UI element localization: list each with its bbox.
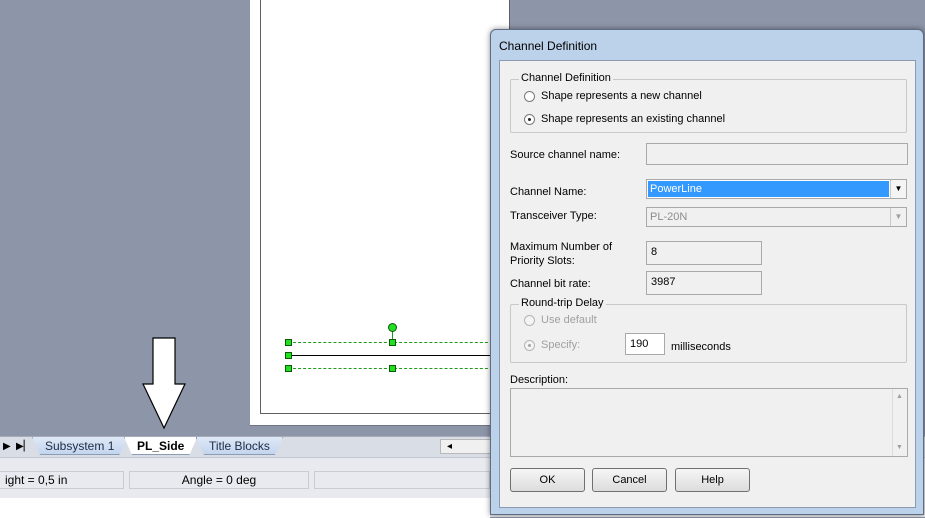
transceiver-type-combobox[interactable]: PL-20N ▼ — [646, 207, 907, 227]
radio-button[interactable] — [524, 90, 535, 102]
round-trip-specify-field[interactable]: 190 — [625, 333, 665, 355]
radio-existing-channel[interactable]: Shape represents an existing channel — [524, 113, 725, 125]
description-label: Description: — [510, 374, 569, 386]
radio-use-default[interactable]: Use default — [524, 314, 597, 326]
radio-button[interactable] — [524, 339, 535, 351]
round-trip-delay-group: Round-trip Delay Use default Specify: 19… — [510, 297, 907, 363]
radio-button[interactable] — [524, 113, 535, 125]
round-trip-delay-legend: Round-trip Delay — [519, 297, 606, 309]
tab-pl-side[interactable]: PL_Side — [124, 437, 197, 455]
cancel-button[interactable]: Cancel — [592, 468, 667, 492]
channel-name-combobox[interactable]: PowerLine ▼ — [646, 179, 907, 199]
tab-nav-next-button[interactable]: ▶ — [3, 440, 11, 454]
channel-shape[interactable] — [288, 355, 498, 356]
radio-existing-channel-label[interactable]: Shape represents an existing channel — [541, 113, 725, 125]
channel-name-label: Channel Name: — [510, 186, 587, 198]
radio-new-channel[interactable]: Shape represents a new channel — [524, 90, 702, 102]
rotation-handle[interactable] — [388, 323, 397, 332]
selection-handle[interactable] — [285, 339, 292, 346]
max-priority-slots-label-line2: Priority Slots: — [510, 255, 575, 267]
scroll-down-icon[interactable]: ▼ — [896, 444, 903, 451]
transceiver-type-value[interactable]: PL-20N — [648, 209, 889, 225]
page-border — [260, 0, 510, 414]
transceiver-type-label: Transceiver Type: — [510, 210, 597, 222]
down-arrow-icon — [142, 337, 186, 430]
description-scrollbar[interactable]: ▲ ▼ — [892, 389, 907, 456]
channel-definition-dialog: Channel Definition Channel Definition Sh… — [490, 29, 924, 515]
dialog-body: Channel Definition Shape represents a ne… — [499, 60, 916, 508]
dialog-title: Channel Definition — [499, 39, 598, 53]
chevron-down-icon[interactable]: ▼ — [890, 180, 906, 198]
channel-definition-legend: Channel Definition — [519, 72, 613, 84]
status-bottom-strip — [0, 498, 490, 518]
channel-bit-rate-label: Channel bit rate: — [510, 278, 591, 290]
max-priority-slots-field[interactable]: 8 — [646, 241, 762, 265]
status-empty-cell — [314, 471, 490, 489]
chevron-down-icon[interactable]: ▼ — [890, 208, 906, 226]
radio-specify[interactable]: Specify: — [524, 339, 580, 351]
status-angle: Angle = 0 deg — [129, 471, 309, 489]
tab-title-blocks[interactable]: Title Blocks — [196, 437, 283, 455]
channel-name-value[interactable]: PowerLine — [648, 181, 889, 197]
max-priority-slots-label-line1: Maximum Number of — [510, 241, 613, 253]
tab-subsystem-1[interactable]: Subsystem 1 — [32, 437, 127, 455]
selection-handle[interactable] — [285, 352, 292, 359]
selection-handle[interactable] — [389, 339, 396, 346]
tab-nav-last-button[interactable]: ▶▏ — [16, 440, 31, 454]
help-button[interactable]: Help — [675, 468, 750, 492]
radio-specify-label[interactable]: Specify: — [541, 339, 580, 351]
ok-button[interactable]: OK — [510, 468, 585, 492]
selection-handle[interactable] — [389, 365, 396, 372]
description-textarea[interactable] — [510, 388, 908, 457]
source-channel-name-label: Source channel name: — [510, 149, 621, 161]
radio-use-default-label[interactable]: Use default — [541, 314, 597, 326]
channel-bit-rate-field[interactable]: 3987 — [646, 271, 762, 295]
source-channel-name-field[interactable] — [646, 143, 908, 165]
scroll-left-icon[interactable]: ◂ — [447, 440, 452, 453]
radio-button[interactable] — [524, 314, 535, 326]
scroll-up-icon[interactable]: ▲ — [896, 393, 903, 400]
milliseconds-label: milliseconds — [671, 341, 731, 353]
selection-handle[interactable] — [285, 365, 292, 372]
radio-new-channel-label[interactable]: Shape represents a new channel — [541, 90, 702, 102]
channel-definition-group: Channel Definition Shape represents a ne… — [510, 72, 907, 133]
status-height: ight = 0,5 in — [0, 471, 124, 489]
